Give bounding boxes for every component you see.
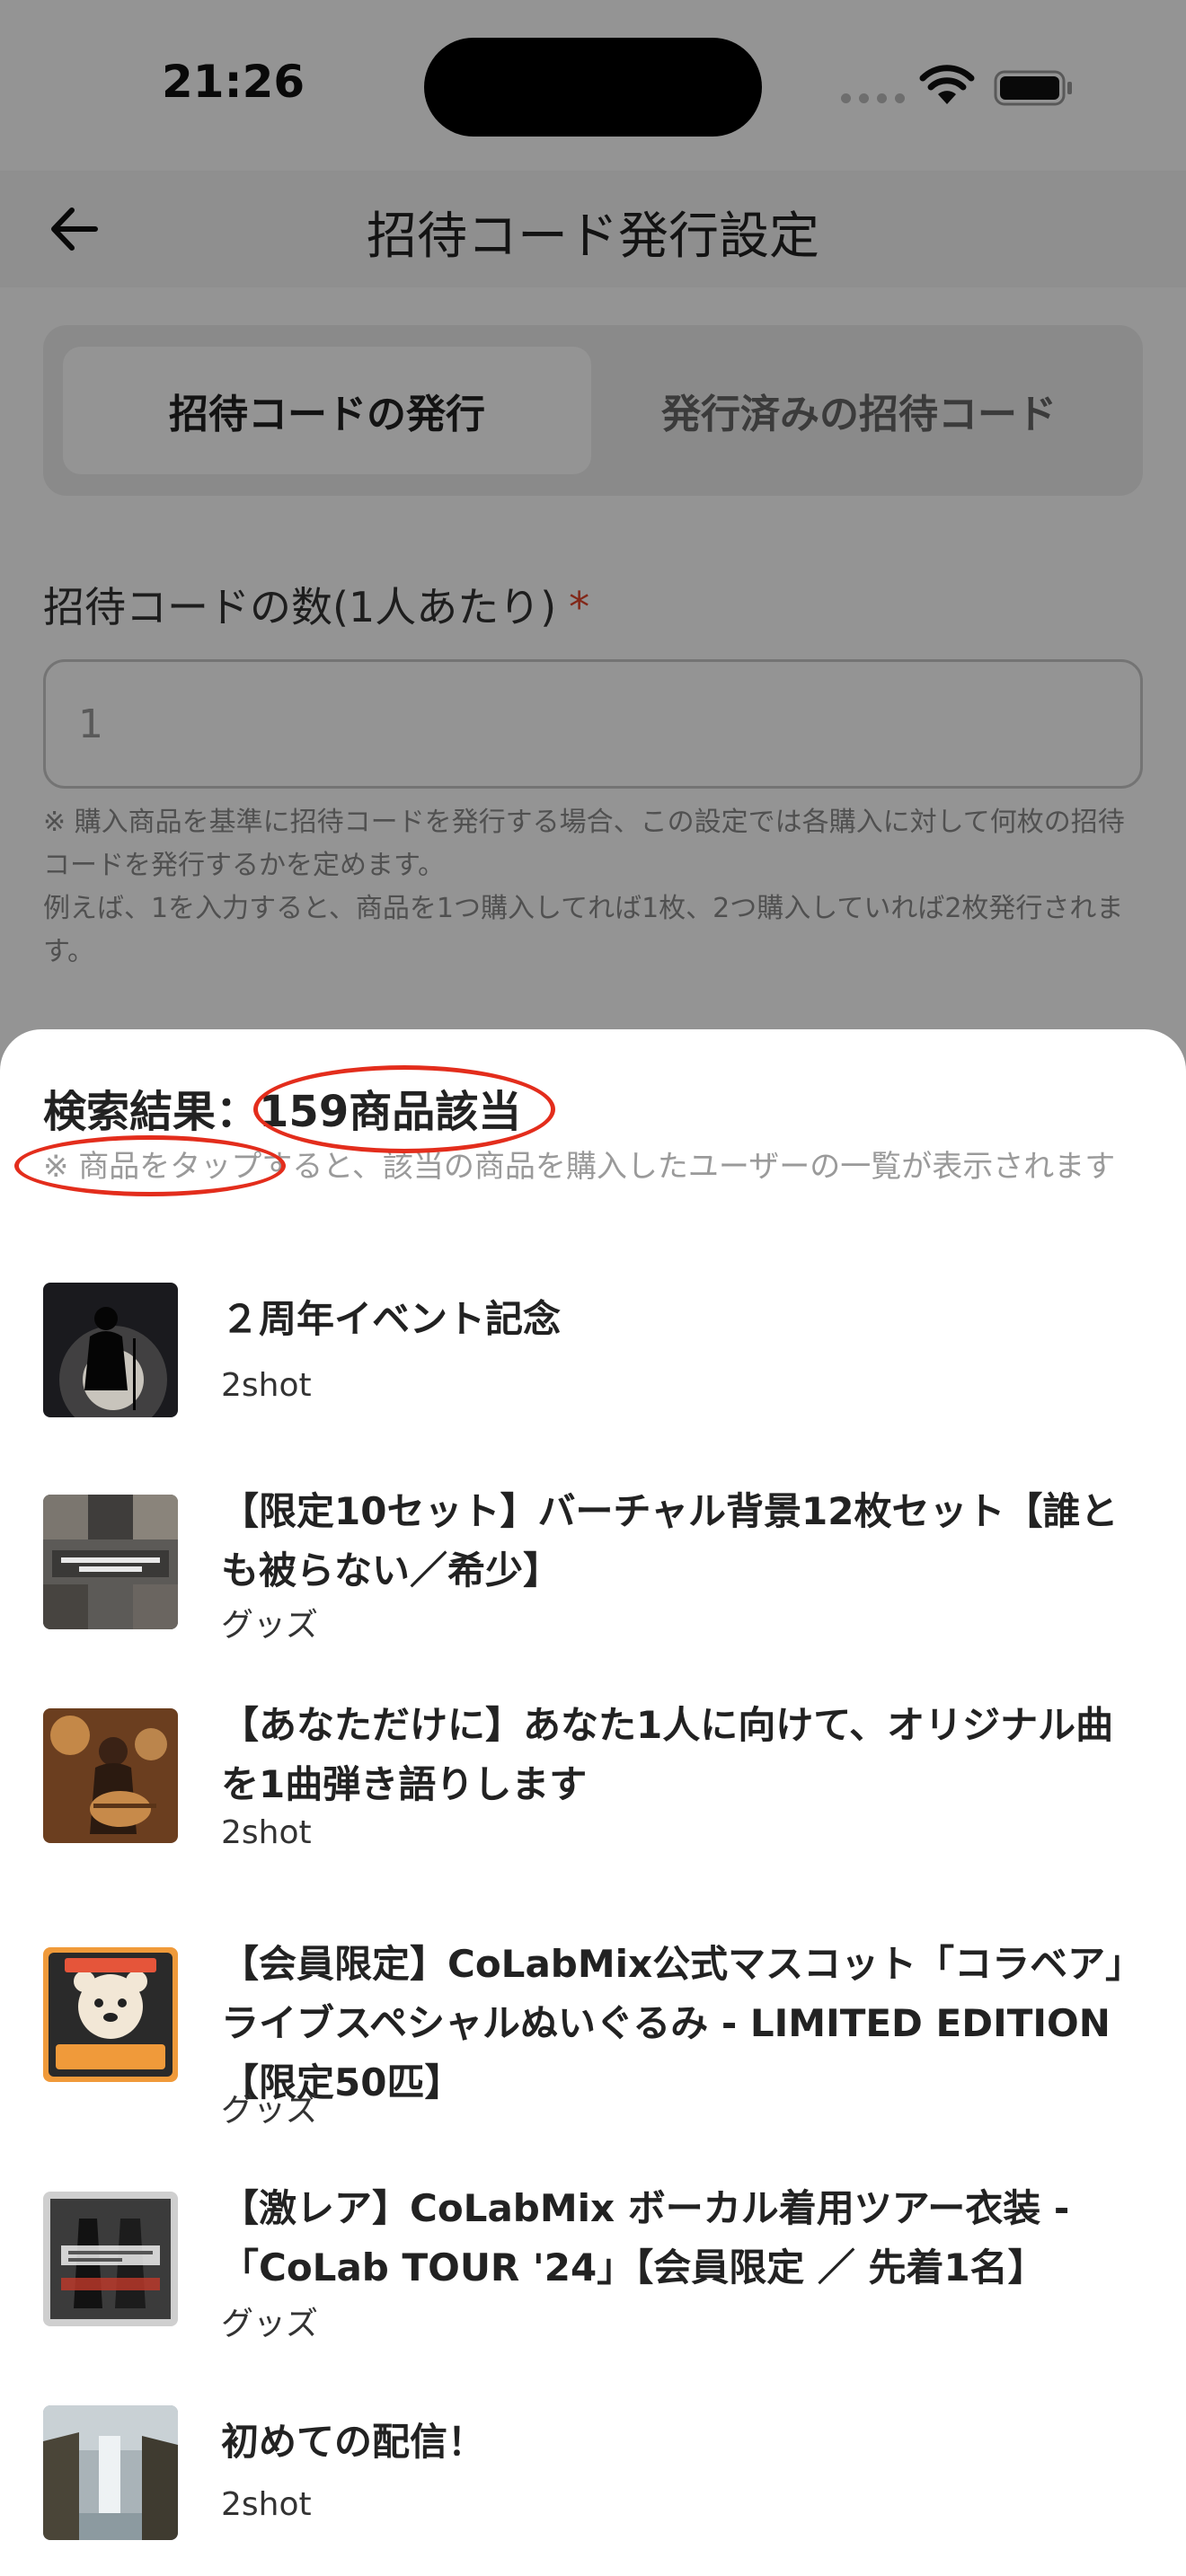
product-thumbnail bbox=[43, 2405, 178, 2540]
item-title: 【会員限定】CoLabMix公式マスコット「コラベア」ライブスペシャルぬいぐるみ… bbox=[221, 1942, 1144, 2104]
product-thumbnail bbox=[43, 1283, 178, 1417]
product-thumbnail bbox=[43, 1708, 178, 1843]
product-thumbnail bbox=[43, 1495, 178, 1629]
annotation-circle-count bbox=[253, 1065, 555, 1153]
item-title: 【限定10セット】バーチャル背景12枚セット【誰とも被らない／希少】 bbox=[221, 1489, 1119, 1592]
item-category: グッズ bbox=[221, 2306, 319, 2342]
search-result-sheet: 検索結果：159商品該当 ※ 商品をタップすると、該当の商品を購入したユーザーの… bbox=[0, 1029, 1186, 2576]
item-title: 【あなただけに】あなた1人に向けて、オリジナル曲を1曲弾き語りします bbox=[221, 1703, 1114, 1806]
item-title: 初めての配信！ bbox=[221, 2420, 486, 2464]
item-category: グッズ bbox=[221, 2092, 319, 2129]
item-title: 【激レア】CoLabMix ボーカル着用ツアー衣装 - 「CoLab TOUR … bbox=[221, 2186, 1070, 2289]
item-category: 2shot bbox=[221, 1814, 312, 1851]
product-thumbnail bbox=[43, 2192, 178, 2326]
annotation-circle-note bbox=[14, 1135, 286, 1196]
item-category: 2shot bbox=[221, 2486, 312, 2523]
product-thumbnail bbox=[43, 1947, 178, 2082]
item-category: グッズ bbox=[221, 1607, 319, 1644]
result-prefix: 検索結果： bbox=[43, 1087, 260, 1137]
item-title: ２周年イベント記念 bbox=[221, 1297, 562, 1341]
item-category: 2shot bbox=[221, 1367, 312, 1404]
